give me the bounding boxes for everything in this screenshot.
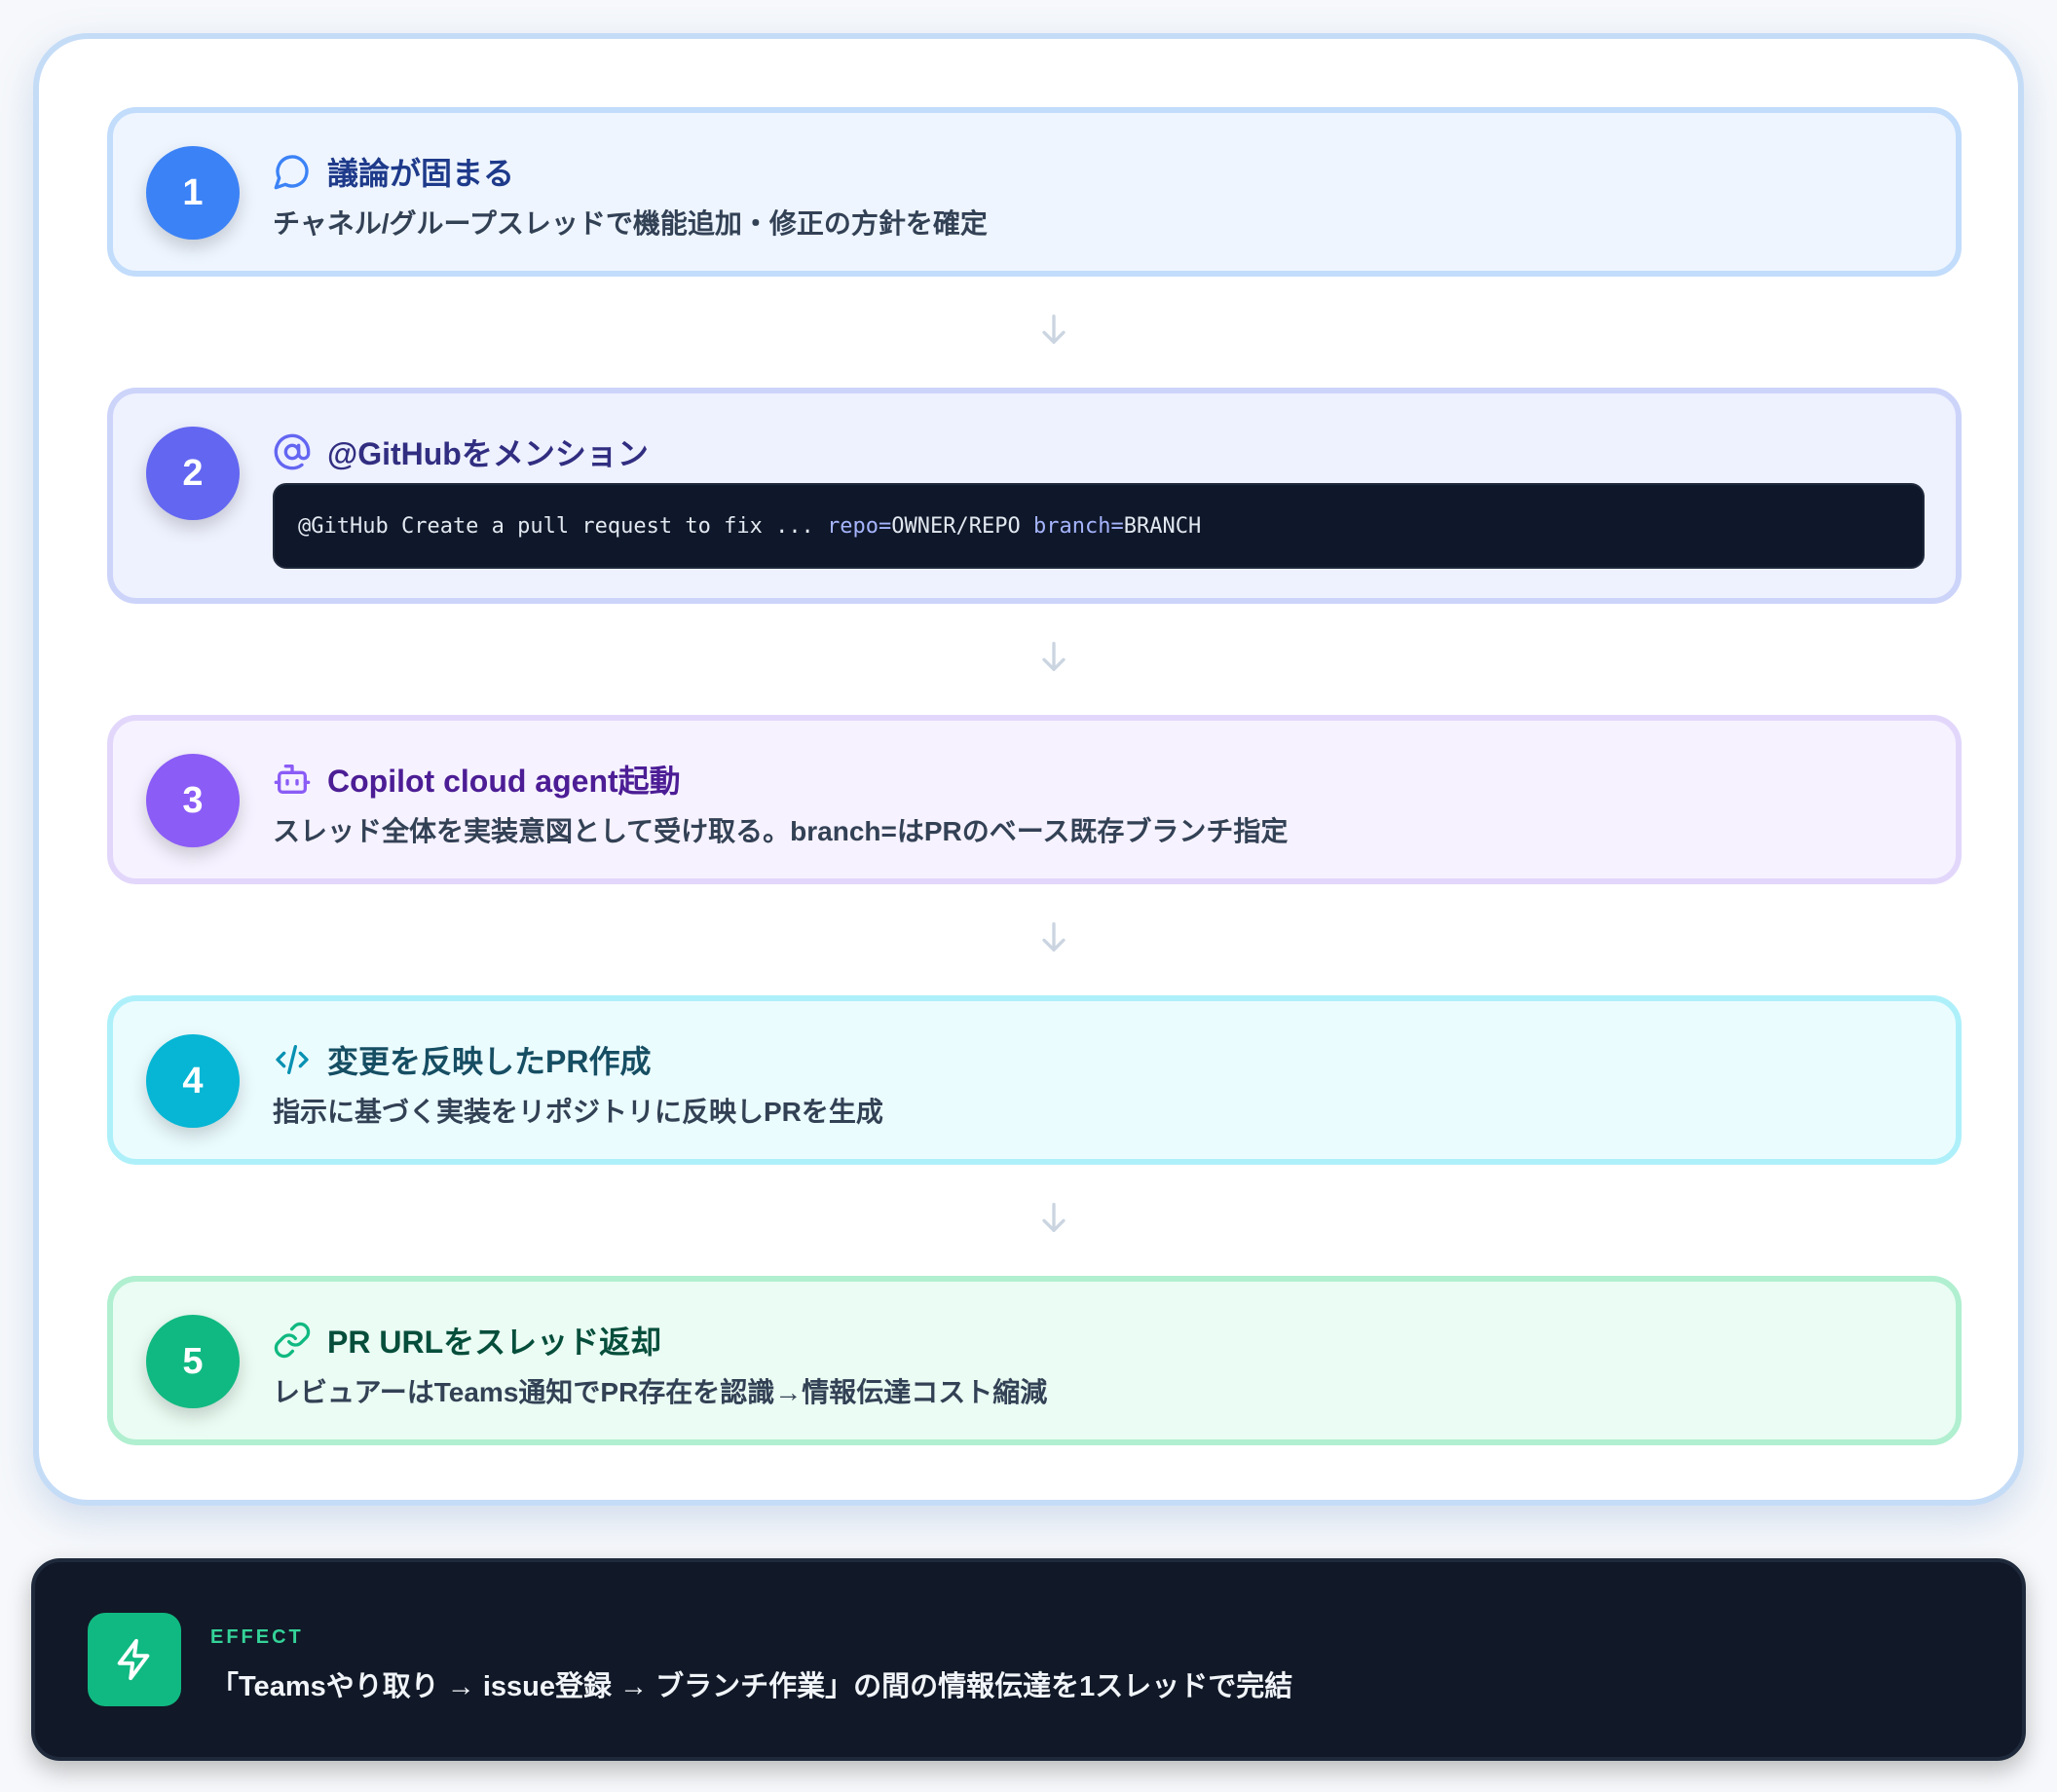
arrow-down-icon <box>1042 922 1066 952</box>
robot-icon <box>274 765 311 794</box>
step-5-card: 5 PR URLをスレッド返却 レビュアーはTeams通知でPR存在を認識→情報… <box>107 1276 1962 1445</box>
step-2-title: @GitHubをメンション <box>327 436 649 471</box>
code-prefix: @GitHub Create a pull request to fix ... <box>298 513 828 539</box>
code-repo-key: repo= <box>827 513 892 539</box>
step-1-number: 1 <box>146 146 240 240</box>
effect-banner: EFFECT 「Teamsやり取り → issue登録 → ブランチ作業」の間の… <box>31 1558 2026 1761</box>
step-5-description: レビュアーはTeams通知でPR存在を認識→情報伝達コスト縮減 <box>273 1377 1048 1407</box>
step-4-description: 指示に基づく実装をリポジトリに反映しPRを生成 <box>273 1097 883 1127</box>
step-1-description: チャネル/グループスレッドで機能追加・修正の方針を確定 <box>273 208 988 239</box>
code-branch-key: branch= <box>1033 513 1124 539</box>
arrow-down-icon <box>1042 1203 1066 1232</box>
arrow-down-icon <box>1042 315 1066 344</box>
code-branch-value: BRANCH <box>1123 513 1202 539</box>
lightning-icon <box>117 1638 150 1681</box>
arrow-down-icon <box>1042 642 1066 671</box>
step-2-card: 2 @GitHubをメンション @GitHub Create a pull re… <box>107 388 1962 604</box>
step-3-card: 3 Copilot cloud agent起動 スレッド全体を実装意図として受け… <box>107 715 1962 884</box>
step-3-number: 3 <box>146 754 240 847</box>
code-repo-value: OWNER/REPO <box>891 513 1033 539</box>
code-brackets-icon <box>276 1045 309 1074</box>
step-5-title: PR URLをスレッド返却 <box>327 1325 662 1360</box>
at-sign-icon <box>274 433 311 470</box>
effect-label: EFFECT <box>210 1626 304 1648</box>
effect-text: 「Teamsやり取り → issue登録 → ブランチ作業」の間の情報伝達を1ス… <box>210 1671 1293 1702</box>
step-2-number: 2 <box>146 427 240 520</box>
mention-command-code: @GitHub Create a pull request to fix ...… <box>273 483 1925 569</box>
flow-container: 1 議論が固まる チャネル/グループスレッドで機能追加・修正の方針を確定 2 @… <box>33 33 2024 1506</box>
link-icon <box>274 1322 311 1359</box>
step-3-description: スレッド全体を実装意図として受け取る。branch=はPRのベース既存ブランチ指… <box>273 816 1289 846</box>
step-1-card: 1 議論が固まる チャネル/グループスレッドで機能追加・修正の方針を確定 <box>107 107 1962 277</box>
chat-bubble-icon <box>274 155 309 190</box>
step-4-number: 4 <box>146 1034 240 1128</box>
step-4-card: 4 変更を反映したPR作成 指示に基づく実装をリポジトリに反映しPRを生成 <box>107 995 1962 1165</box>
step-5-number: 5 <box>146 1315 240 1408</box>
step-3-title: Copilot cloud agent起動 <box>327 764 681 799</box>
step-4-title: 変更を反映したPR作成 <box>327 1044 652 1079</box>
step-1-title: 議論が固まる <box>327 156 515 191</box>
